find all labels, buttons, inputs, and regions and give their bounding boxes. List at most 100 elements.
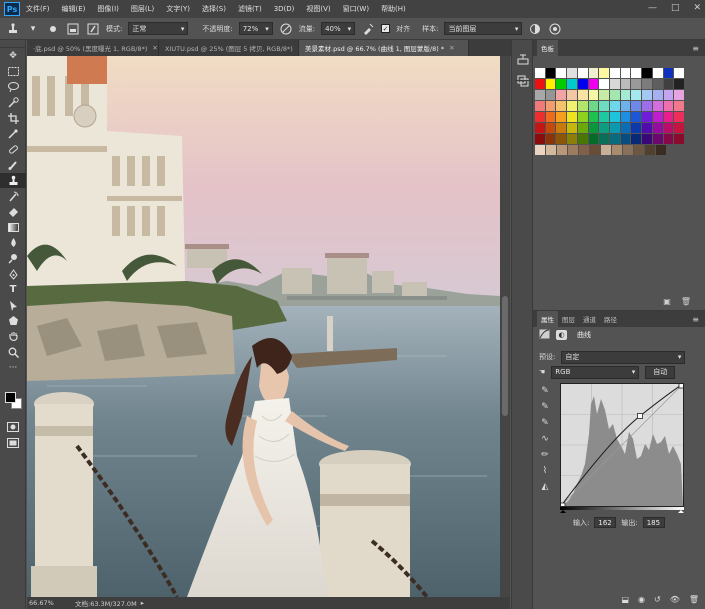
close-icon[interactable]: ✕ xyxy=(152,44,157,52)
color-swatch[interactable] xyxy=(577,112,588,122)
color-swatch[interactable] xyxy=(610,90,620,100)
color-swatch[interactable] xyxy=(652,101,663,111)
menu-help[interactable]: 帮助(H) xyxy=(381,4,406,14)
color-swatch[interactable] xyxy=(620,79,631,89)
color-swatch[interactable] xyxy=(663,68,674,78)
new-swatch-icon[interactable]: ▣ xyxy=(663,297,671,306)
color-swatch[interactable] xyxy=(631,134,642,144)
pen-tool-icon[interactable] xyxy=(0,266,26,282)
menu-window[interactable]: 窗口(W) xyxy=(343,4,369,14)
marquee-tool-icon[interactable] xyxy=(0,64,26,80)
maximize-button[interactable]: □ xyxy=(671,3,680,13)
brush-size-icon[interactable] xyxy=(46,22,60,36)
reset-icon[interactable]: ↺ xyxy=(654,595,661,607)
color-swatch[interactable] xyxy=(631,112,642,122)
color-swatch[interactable] xyxy=(599,101,610,111)
input-field[interactable]: 162 xyxy=(594,517,617,528)
color-swatch[interactable] xyxy=(567,134,577,144)
color-swatch[interactable] xyxy=(588,79,599,89)
color-swatch[interactable] xyxy=(556,68,567,78)
color-swatch[interactable] xyxy=(674,68,685,78)
color-swatch[interactable] xyxy=(623,145,633,155)
color-swatch[interactable] xyxy=(535,101,545,111)
color-swatch[interactable] xyxy=(535,145,545,155)
color-swatch[interactable] xyxy=(674,90,685,100)
panel-menu-icon[interactable]: ≡ xyxy=(692,315,699,324)
gray-point-eyedropper-icon[interactable]: ✎ xyxy=(536,399,554,415)
color-swatch[interactable] xyxy=(599,90,610,100)
color-swatch[interactable] xyxy=(610,68,620,78)
curves-graph[interactable] xyxy=(559,382,685,509)
tab-paths[interactable]: 路径 xyxy=(600,311,621,327)
color-swatch[interactable] xyxy=(588,90,599,100)
color-swatch[interactable] xyxy=(610,79,620,89)
color-swatch[interactable] xyxy=(535,79,545,89)
color-swatch[interactable] xyxy=(663,112,674,122)
clone-source-icon[interactable] xyxy=(512,48,534,70)
color-swatch[interactable] xyxy=(663,90,674,100)
color-swatch[interactable] xyxy=(631,123,642,133)
tab-channels[interactable]: 通道 xyxy=(579,311,600,327)
color-swatch[interactable] xyxy=(567,101,577,111)
menu-edit[interactable]: 编辑(E) xyxy=(62,4,86,14)
color-swatch[interactable] xyxy=(599,112,610,122)
foreground-color-swatch[interactable] xyxy=(5,392,16,403)
lasso-tool-icon[interactable] xyxy=(0,79,26,95)
menu-type[interactable]: 文字(Y) xyxy=(166,4,190,14)
color-swatch[interactable] xyxy=(631,79,642,89)
color-swatch[interactable] xyxy=(612,145,622,155)
color-swatch[interactable] xyxy=(610,123,620,133)
type-tool-icon[interactable]: T xyxy=(0,282,26,298)
color-swatch[interactable] xyxy=(610,101,620,111)
color-swatch[interactable] xyxy=(545,134,556,144)
document-canvas[interactable] xyxy=(27,56,500,597)
color-swatch[interactable] xyxy=(535,68,545,78)
color-swatch[interactable] xyxy=(546,145,556,155)
color-swatch[interactable] xyxy=(577,90,588,100)
zoom-level[interactable]: 66.67% xyxy=(29,599,65,607)
brush-panel-icon[interactable] xyxy=(86,22,100,36)
color-swatch[interactable] xyxy=(556,101,567,111)
mode-select[interactable]: 正常 ▾ xyxy=(128,22,189,35)
color-swatch[interactable] xyxy=(545,90,556,100)
color-swatch[interactable] xyxy=(631,90,642,100)
crop-tool-icon[interactable] xyxy=(0,110,26,126)
pressure-size-icon[interactable] xyxy=(548,22,562,36)
color-swatch[interactable] xyxy=(652,112,663,122)
close-button[interactable]: ✕ xyxy=(693,3,701,13)
zoom-tool-icon[interactable] xyxy=(0,344,26,360)
color-swatch[interactable] xyxy=(545,123,556,133)
pressure-opacity-icon[interactable] xyxy=(279,22,293,36)
history-panel-icon[interactable] xyxy=(512,70,534,92)
color-swatch[interactable] xyxy=(588,68,599,78)
healing-brush-tool-icon[interactable] xyxy=(0,142,26,158)
channel-select[interactable]: RGB ▾ xyxy=(551,365,640,379)
tab-document-3[interactable]: 美景素材.psd @ 66.7% (曲线 1, 图层蒙版/8) * ✕ xyxy=(299,40,469,56)
hand-tool-icon[interactable] xyxy=(0,329,26,345)
color-swatch[interactable] xyxy=(535,112,545,122)
menu-view[interactable]: 视图(V) xyxy=(306,4,330,14)
clip-to-layer-icon[interactable]: ⬓ xyxy=(621,595,629,607)
aligned-checkbox[interactable]: ✓ xyxy=(381,24,391,33)
history-brush-tool-icon[interactable] xyxy=(0,188,26,204)
path-selection-tool-icon[interactable] xyxy=(0,298,26,314)
brush-tool-icon[interactable] xyxy=(0,157,26,173)
color-swatch[interactable] xyxy=(556,123,567,133)
color-swatch[interactable] xyxy=(642,101,652,111)
menu-file[interactable]: 文件(F) xyxy=(26,4,50,14)
panel-menu-icon[interactable]: ≡ xyxy=(692,44,699,53)
dodge-tool-icon[interactable] xyxy=(0,251,26,267)
color-swatch[interactable] xyxy=(567,68,577,78)
color-swatch[interactable] xyxy=(568,145,578,155)
menu-filter[interactable]: 滤镜(T) xyxy=(238,4,262,14)
color-swatch[interactable] xyxy=(674,123,685,133)
strip-grip[interactable] xyxy=(512,40,532,48)
color-swatch[interactable] xyxy=(652,90,663,100)
color-swatch[interactable] xyxy=(556,134,567,144)
menu-select[interactable]: 选择(S) xyxy=(202,4,226,14)
color-swatch[interactable] xyxy=(674,101,685,111)
color-swatch[interactable] xyxy=(588,101,599,111)
opacity-field[interactable]: 72% ▾ xyxy=(238,22,273,35)
color-swatch[interactable] xyxy=(620,101,631,111)
tab-document-2[interactable]: XIUTU.psd @ 25% (图层 5 拷贝, RGB/8*)✕ xyxy=(159,40,303,56)
